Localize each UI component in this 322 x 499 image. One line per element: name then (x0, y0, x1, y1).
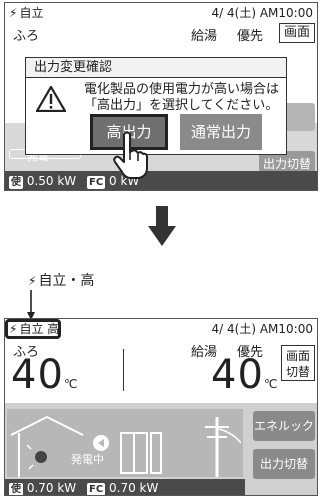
mode-indicator: ⚡ 自立 (9, 3, 43, 23)
bath-label: ふろ (13, 29, 40, 44)
caption-text: 自立・高 (38, 273, 95, 289)
pointing-hand-icon (113, 131, 148, 179)
bolt-icon: ⚡ (9, 6, 18, 20)
power-fc: FC 0.70 kW (87, 479, 159, 495)
power-bar: 使 0.70 kW FC 0.70 kW (5, 479, 245, 495)
power-used-value: 0.70 kW (26, 481, 77, 495)
used-tag: 使 (9, 483, 23, 495)
light-bulb-icon (26, 444, 47, 470)
hotwater-temp-unit: ℃ (263, 377, 279, 391)
normal-output-button[interactable]: 通常出力 (180, 114, 262, 150)
temp-divider (123, 349, 124, 391)
power-used: 使 0.50 kW (9, 171, 77, 190)
temp-row: ふろ 給湯 優先 画面 (5, 23, 317, 45)
utility-pole-icon (205, 417, 241, 477)
power-used: 使 0.70 kW (9, 479, 77, 495)
eneluk-button[interactable]: エネルック (253, 411, 315, 441)
top-screen: ⚡ 自立 4/ 4(土) AM10:00 ふろ 給湯 優先 画面 発電 出力切替 … (4, 2, 318, 191)
fc-tag: FC (87, 176, 106, 189)
screen-switch-line2: 切替 (285, 365, 310, 379)
dialog-message-line2: 「高出力」を選択してください。 (84, 98, 279, 113)
dialog-title: 出力変更確認 (26, 58, 286, 78)
output-change-dialog: 出力変更確認 電化製品の使用電力が高い場合は 「高出力」を選択してください。 高… (25, 57, 287, 155)
screen-switch-button[interactable]: 画面 切替 (281, 345, 315, 381)
datetime: 4/ 4(土) AM10:00 (211, 322, 313, 336)
generating-label: 発電中 (71, 453, 104, 466)
fc-tag: FC (87, 483, 106, 495)
datetime: 4/ 4(土) AM10:00 (211, 6, 313, 20)
screen-switch-line1: 画面 (285, 349, 310, 363)
mode-caption: ⚡ 自立・高 (28, 270, 94, 290)
down-arrow-icon (148, 206, 176, 246)
house-icon (10, 415, 84, 477)
warning-icon (36, 86, 66, 112)
bolt-icon: ⚡ (28, 274, 37, 288)
power-used-value: 0.50 kW (26, 174, 77, 188)
output-switch-button[interactable]: 出力切替 (253, 449, 315, 479)
dialog-message-line1: 電化製品の使用電力が高い場合は (84, 82, 280, 97)
bath-temperature: 40℃ (11, 355, 78, 404)
bath-temp-unit: ℃ (63, 377, 79, 391)
dialog-message: 電化製品の使用電力が高い場合は 「高出力」を選択してください。 (84, 82, 279, 114)
mode-highlight-frame (5, 319, 61, 339)
power-fc-value: 0.70 kW (109, 481, 159, 495)
mode-label: 自立 (19, 6, 44, 20)
bottom-screen: ⚡ 自立 高 4/ 4(土) AM10:00 ふろ 給湯 優先 画面 切替 40℃… (4, 318, 318, 496)
screen-switch-button[interactable]: 画面 (279, 23, 315, 43)
bath-temp-value: 40 (11, 352, 64, 398)
power-bar: 使 0.50 kW FC 0 kW (5, 171, 317, 190)
energy-flow-illustration (10, 415, 241, 477)
hotwater-label: 給湯 (191, 29, 218, 44)
priority-label: 優先 (237, 29, 264, 44)
small-down-arrow-icon (27, 290, 35, 320)
status-bar: ⚡ 自立 4/ 4(土) AM10:00 (5, 3, 317, 23)
used-tag: 使 (9, 176, 23, 189)
hotwater-temperature: 40℃ (211, 355, 278, 404)
hotwater-temp-value: 40 (211, 352, 264, 398)
